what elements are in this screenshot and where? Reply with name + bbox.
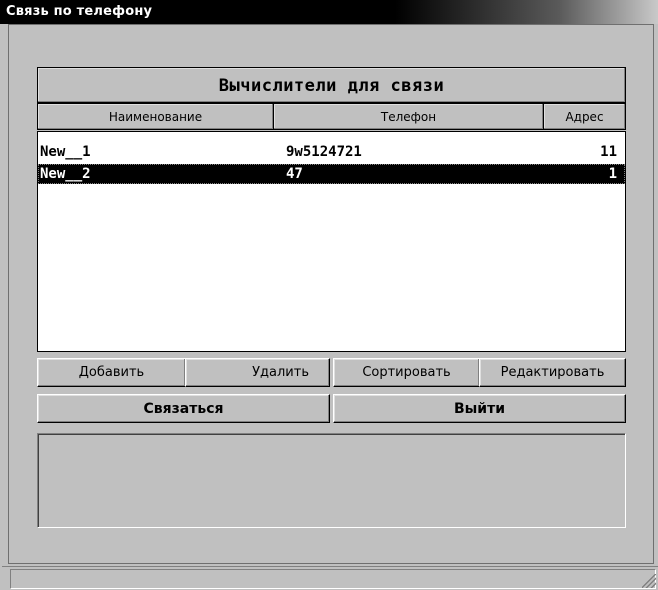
connect-button-label: Связаться (143, 401, 224, 417)
status-bar (2, 566, 658, 590)
list-caption: Вычислители для связи (218, 76, 445, 96)
sort-button[interactable]: Сортировать (333, 358, 480, 387)
column-header-name[interactable]: Наименование (37, 103, 274, 130)
column-header-phone[interactable]: Телефон (273, 103, 544, 130)
exit-button[interactable]: Выйти (333, 394, 626, 423)
devices-listbox[interactable]: New__1 9w5124721 11 New__2 47 1 (37, 131, 626, 352)
delete-button-label: Удалить (252, 365, 309, 380)
list-caption-panel: Вычислители для связи (37, 67, 626, 103)
connect-button[interactable]: Связаться (37, 394, 330, 423)
status-panel (37, 433, 626, 528)
list-item[interactable]: New__1 9w5124721 11 (38, 142, 625, 162)
title-bar[interactable]: Связь по телефону (0, 0, 658, 24)
list-item-selected[interactable]: New__2 47 1 (38, 164, 625, 184)
column-header-address[interactable]: Адрес (543, 103, 626, 130)
add-button[interactable]: Добавить (37, 358, 186, 387)
delete-button[interactable]: Удалить (185, 358, 330, 387)
exit-button-label: Выйти (453, 401, 506, 417)
phone-connection-window: Связь по телефону Вычислители для связи … (0, 0, 658, 590)
item-phone: 9w5124721 (286, 144, 362, 160)
sort-button-label: Сортировать (362, 365, 451, 380)
resize-grip-icon[interactable] (642, 574, 656, 588)
item-address: 11 (600, 144, 617, 160)
add-button-label: Добавить (78, 365, 145, 380)
window-title: Связь по телефону (6, 4, 153, 19)
item-address: 1 (608, 166, 617, 182)
status-bar-panel (10, 569, 656, 589)
item-name: New__1 (40, 144, 91, 160)
item-phone: 47 (286, 166, 303, 182)
edit-button-label: Редактировать (500, 365, 605, 380)
edit-button[interactable]: Редактировать (479, 358, 626, 387)
item-name: New__2 (40, 166, 91, 182)
